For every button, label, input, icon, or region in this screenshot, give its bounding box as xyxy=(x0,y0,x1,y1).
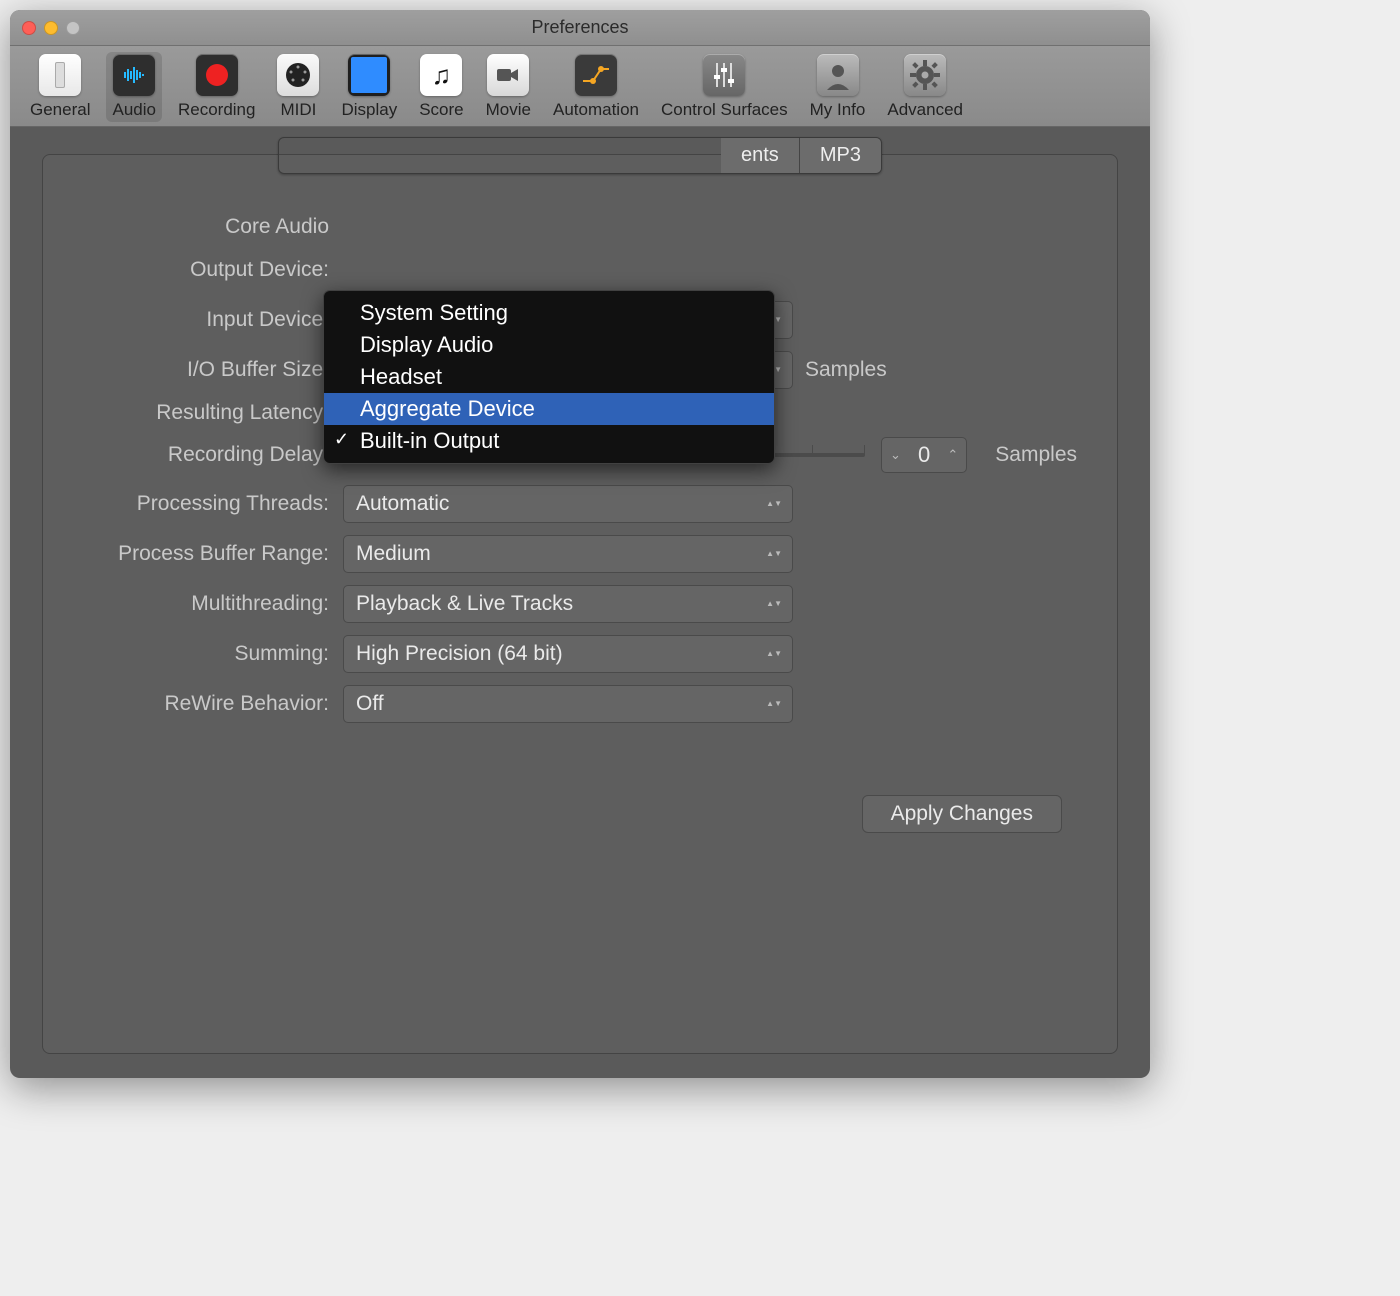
waveform-icon xyxy=(113,54,155,96)
chevron-updown-icon: ▲▼ xyxy=(766,600,782,608)
chevron-updown-icon: ▲▼ xyxy=(766,700,782,708)
toolbar-score[interactable]: ♫ Score xyxy=(413,52,469,122)
subtab-mp3[interactable]: MP3 xyxy=(800,138,881,173)
process-buffer-select[interactable]: Medium▲▼ xyxy=(343,535,793,573)
chevron-updown-icon: ▲▼ xyxy=(766,650,782,658)
music-note-icon: ♫ xyxy=(420,54,462,96)
toolbar-midi[interactable]: MIDI xyxy=(271,52,325,122)
toolbar: General Audio Recording MIDI Display ♫ S… xyxy=(10,46,1150,127)
menu-item-display-audio[interactable]: Display Audio xyxy=(324,329,774,361)
record-icon xyxy=(196,54,238,96)
automation-icon xyxy=(575,54,617,96)
toolbar-advanced[interactable]: Advanced xyxy=(881,52,969,122)
label-input-device: Input Device: xyxy=(83,308,343,332)
apply-changes-button[interactable]: Apply Changes xyxy=(862,795,1062,833)
toolbar-display[interactable]: Display xyxy=(335,52,403,122)
processing-threads-select[interactable]: Automatic▲▼ xyxy=(343,485,793,523)
samples-suffix: Samples xyxy=(983,443,1077,467)
toolbar-general[interactable]: General xyxy=(24,52,96,122)
toolbar-my-info[interactable]: My Info xyxy=(804,52,872,122)
label-multithreading: Multithreading: xyxy=(83,592,343,616)
menu-item-headset[interactable]: Headset xyxy=(324,361,774,393)
menu-item-aggregate-device[interactable]: Aggregate Device xyxy=(324,393,774,425)
subtab-partial[interactable]: ents xyxy=(721,138,800,173)
camera-icon xyxy=(487,54,529,96)
label-process-buffer: Process Buffer Range: xyxy=(83,542,343,566)
label-recording-delay: Recording Delay: xyxy=(83,443,343,467)
toolbar-label: General xyxy=(30,100,90,120)
window-title: Preferences xyxy=(10,17,1150,38)
chevron-updown-icon: ▲▼ xyxy=(766,550,782,558)
menu-item-system-setting[interactable]: System Setting xyxy=(324,297,774,329)
samples-suffix: Samples xyxy=(793,358,1077,382)
toolbar-label: Score xyxy=(419,100,463,120)
toolbar-label: My Info xyxy=(810,100,866,120)
toolbar-control-surfaces[interactable]: Control Surfaces xyxy=(655,52,794,122)
titlebar: Preferences xyxy=(10,10,1150,46)
toolbar-label: Audio xyxy=(112,100,155,120)
label-latency: Resulting Latency: xyxy=(83,401,343,425)
rewire-select[interactable]: Off▲▼ xyxy=(343,685,793,723)
gear-icon xyxy=(904,54,946,96)
output-device-menu[interactable]: System Setting Display Audio Headset Agg… xyxy=(323,290,775,464)
chevron-updown-icon: ▲▼ xyxy=(766,500,782,508)
toolbar-label: Movie xyxy=(486,100,531,120)
toolbar-label: Advanced xyxy=(887,100,963,120)
label-core-audio: Core Audio xyxy=(83,215,343,239)
label-output-device: Output Device: xyxy=(83,258,343,282)
multithreading-select[interactable]: Playback & Live Tracks▲▼ xyxy=(343,585,793,623)
midi-port-icon xyxy=(277,54,319,96)
toolbar-label: Control Surfaces xyxy=(661,100,788,120)
audio-panel: Devices General Sampler Editing ents MP3… xyxy=(42,154,1118,1054)
toolbar-recording[interactable]: Recording xyxy=(172,52,262,122)
display-icon xyxy=(348,54,390,96)
toolbar-movie[interactable]: Movie xyxy=(480,52,537,122)
label-processing-threads: Processing Threads: xyxy=(83,492,343,516)
faders-icon xyxy=(703,54,745,96)
chevron-down-icon[interactable]: ⌄ xyxy=(890,447,901,463)
chevron-up-icon[interactable]: ⌃ xyxy=(947,447,958,463)
toolbar-audio[interactable]: Audio xyxy=(106,52,161,122)
toolbar-label: MIDI xyxy=(281,100,317,120)
menu-item-builtin-output[interactable]: ✓Built-in Output xyxy=(324,425,774,457)
switch-icon xyxy=(39,54,81,96)
preferences-window: Preferences General Audio Recording MIDI xyxy=(10,10,1150,1078)
toolbar-label: Display xyxy=(341,100,397,120)
toolbar-label: Recording xyxy=(178,100,256,120)
toolbar-automation[interactable]: Automation xyxy=(547,52,645,122)
recording-delay-stepper[interactable]: ⌄ 0 ⌃ xyxy=(881,437,967,473)
label-io-buffer: I/O Buffer Size: xyxy=(83,358,343,382)
checkmark-icon: ✓ xyxy=(334,429,349,450)
toolbar-label: Automation xyxy=(553,100,639,120)
subtabs: Devices General Sampler Editing ents MP3 xyxy=(43,137,1117,174)
summing-select[interactable]: High Precision (64 bit)▲▼ xyxy=(343,635,793,673)
label-rewire: ReWire Behavior: xyxy=(83,692,343,716)
label-summing: Summing: xyxy=(83,642,343,666)
person-icon xyxy=(817,54,859,96)
